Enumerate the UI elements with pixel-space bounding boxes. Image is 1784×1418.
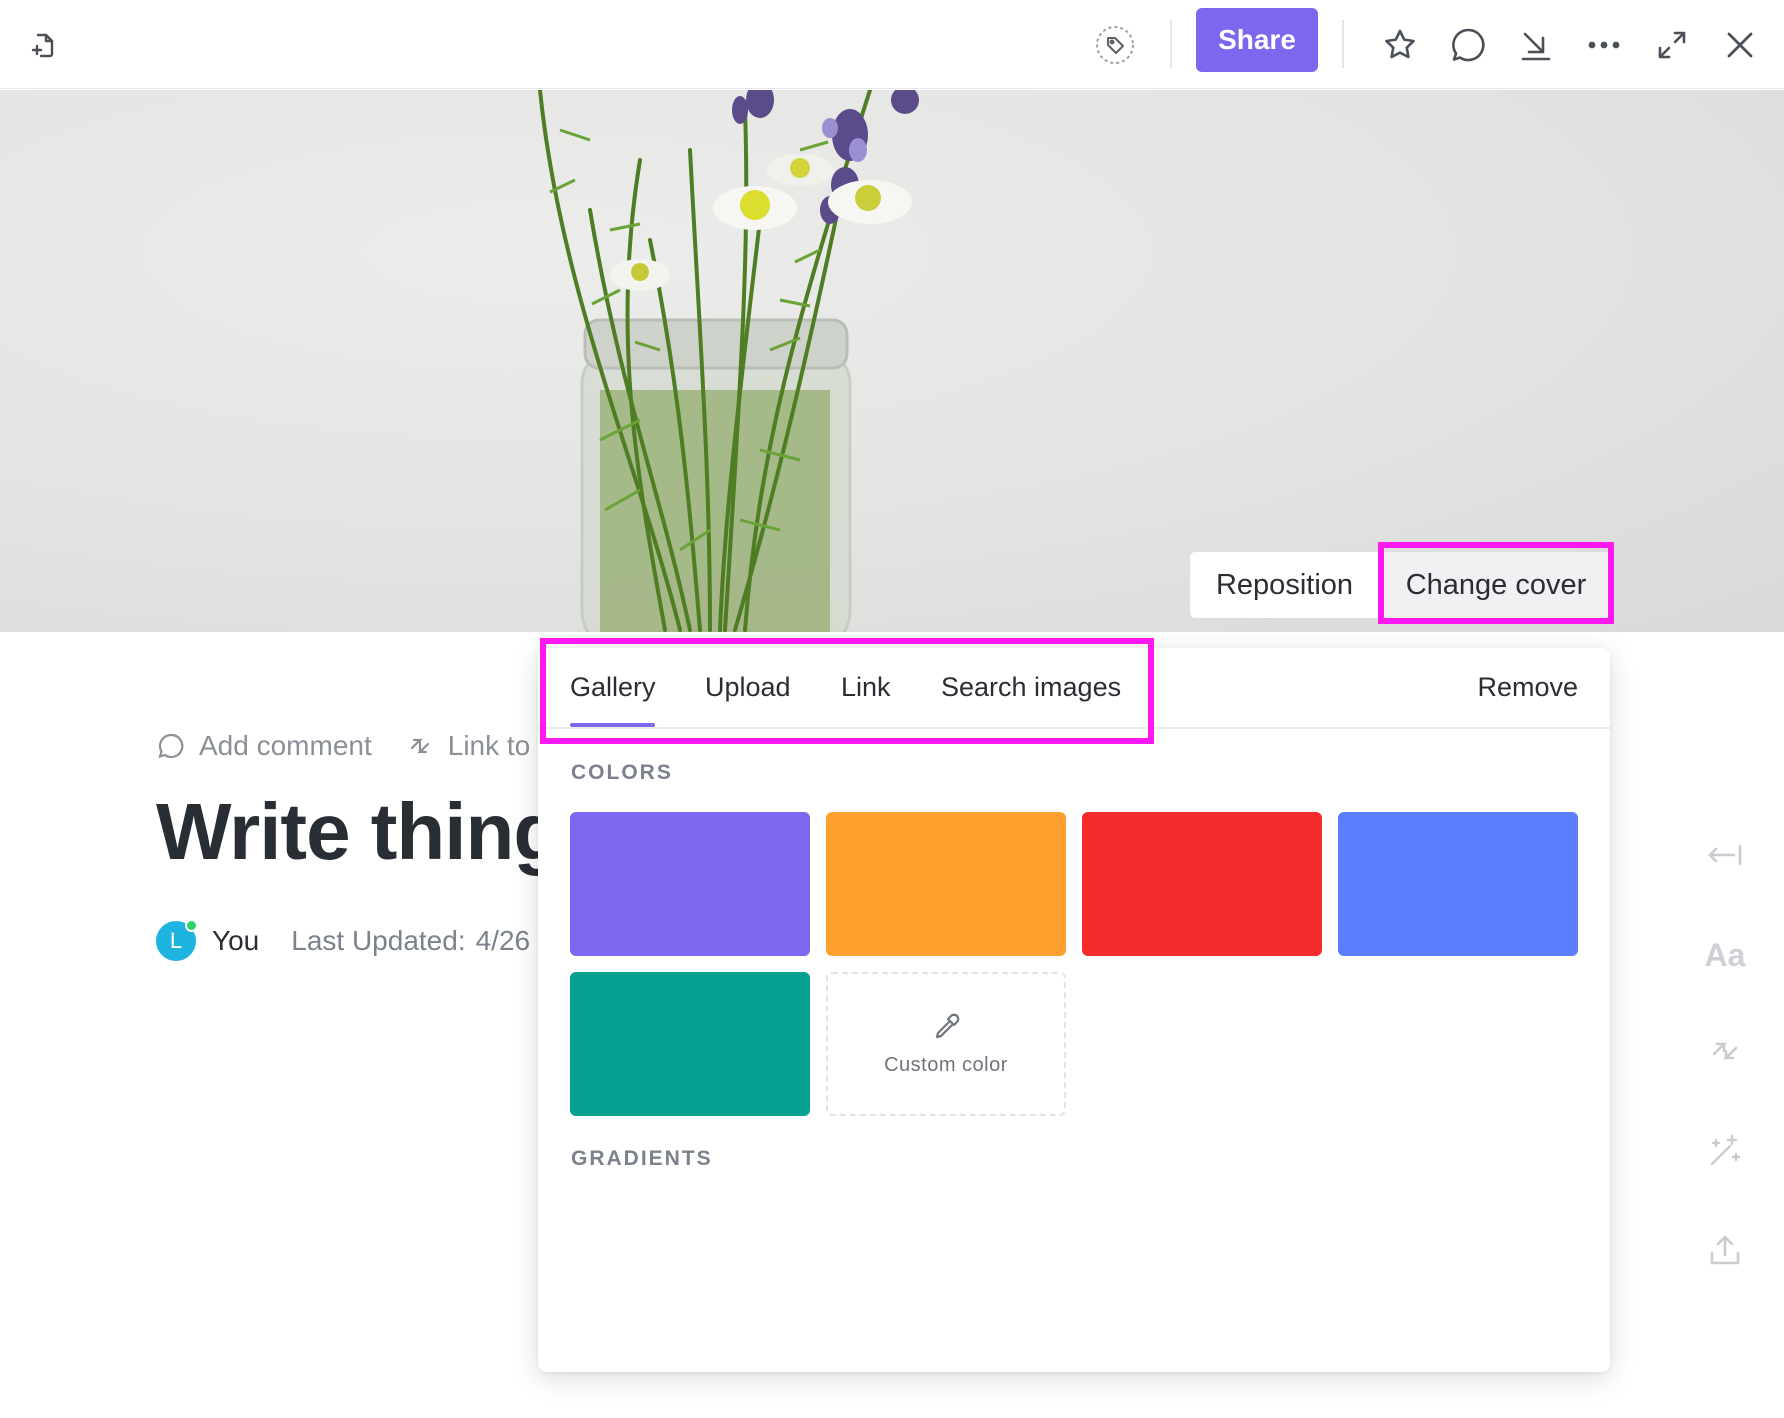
collapse-left-icon[interactable]: [1700, 830, 1750, 880]
cover-image: Reposition Change cover: [0, 90, 1784, 632]
cover-actions: Reposition Change cover: [1189, 551, 1613, 619]
typography-icon[interactable]: Aa: [1700, 930, 1750, 980]
gradients-heading: GRADIENTS: [571, 1147, 713, 1170]
link-icon[interactable]: [1700, 1026, 1750, 1076]
tab-upload[interactable]: Upload: [705, 672, 791, 703]
last-updated-value: 4/26: [475, 925, 531, 956]
top-bar: Share: [0, 0, 1784, 89]
color-swatch-purple[interactable]: [570, 812, 810, 956]
link-icon: [410, 738, 429, 754]
page-title[interactable]: Write thing: [156, 786, 562, 878]
custom-color-button[interactable]: Custom color: [826, 972, 1066, 1116]
ai-sparkle-icon[interactable]: [1700, 1126, 1750, 1176]
add-comment-label: Add comment: [199, 730, 372, 761]
change-cover-button[interactable]: Change cover: [1380, 552, 1612, 618]
custom-color-label: Custom color: [884, 1053, 1008, 1076]
doc-actions: Add comment Link to: [157, 730, 564, 762]
more-icon[interactable]: [1584, 0, 1624, 89]
last-updated-label: Last Updated:: [291, 925, 466, 956]
divider: [1170, 20, 1172, 68]
share-button[interactable]: Share: [1196, 8, 1318, 72]
color-swatch-blue[interactable]: [1338, 812, 1578, 956]
doc-add-icon[interactable]: [24, 0, 60, 89]
color-swatch-red[interactable]: [1082, 812, 1322, 956]
comment-icon: [158, 733, 184, 759]
avatar[interactable]: L: [156, 919, 198, 961]
doc-meta: L You Last Updated: 4/26: [156, 919, 531, 961]
active-tab-indicator: [570, 723, 655, 727]
comment-icon[interactable]: [1448, 0, 1488, 89]
online-status-dot: [185, 919, 198, 932]
avatar-initial: L: [169, 928, 183, 953]
link-to-label: Link to: [447, 730, 531, 761]
color-swatch-teal[interactable]: [570, 972, 810, 1116]
change-cover-popover: Gallery Upload Link Search images Remove…: [538, 648, 1610, 1372]
tab-gallery[interactable]: Gallery: [570, 672, 656, 703]
link-to-button[interactable]: Link to: [406, 730, 531, 762]
color-swatch-orange[interactable]: [826, 812, 1066, 956]
tab-link[interactable]: Link: [841, 672, 891, 703]
reposition-button[interactable]: Reposition: [1190, 552, 1380, 618]
tag-icon[interactable]: [1094, 0, 1136, 89]
colors-heading: COLORS: [571, 761, 673, 784]
star-icon[interactable]: [1380, 0, 1420, 89]
tab-search-images[interactable]: Search images: [941, 672, 1121, 703]
author-name: You: [212, 925, 260, 956]
export-icon[interactable]: [1700, 1226, 1750, 1276]
divider: [1342, 20, 1344, 68]
cover-source-tabs: Gallery Upload Link Search images Remove: [538, 648, 1610, 729]
eyedropper-icon: [935, 1013, 960, 1038]
download-icon[interactable]: [1516, 0, 1556, 89]
expand-icon[interactable]: [1652, 0, 1692, 89]
add-comment-button[interactable]: Add comment: [157, 730, 372, 762]
close-icon[interactable]: [1720, 0, 1760, 89]
remove-cover-button[interactable]: Remove: [1477, 672, 1578, 703]
